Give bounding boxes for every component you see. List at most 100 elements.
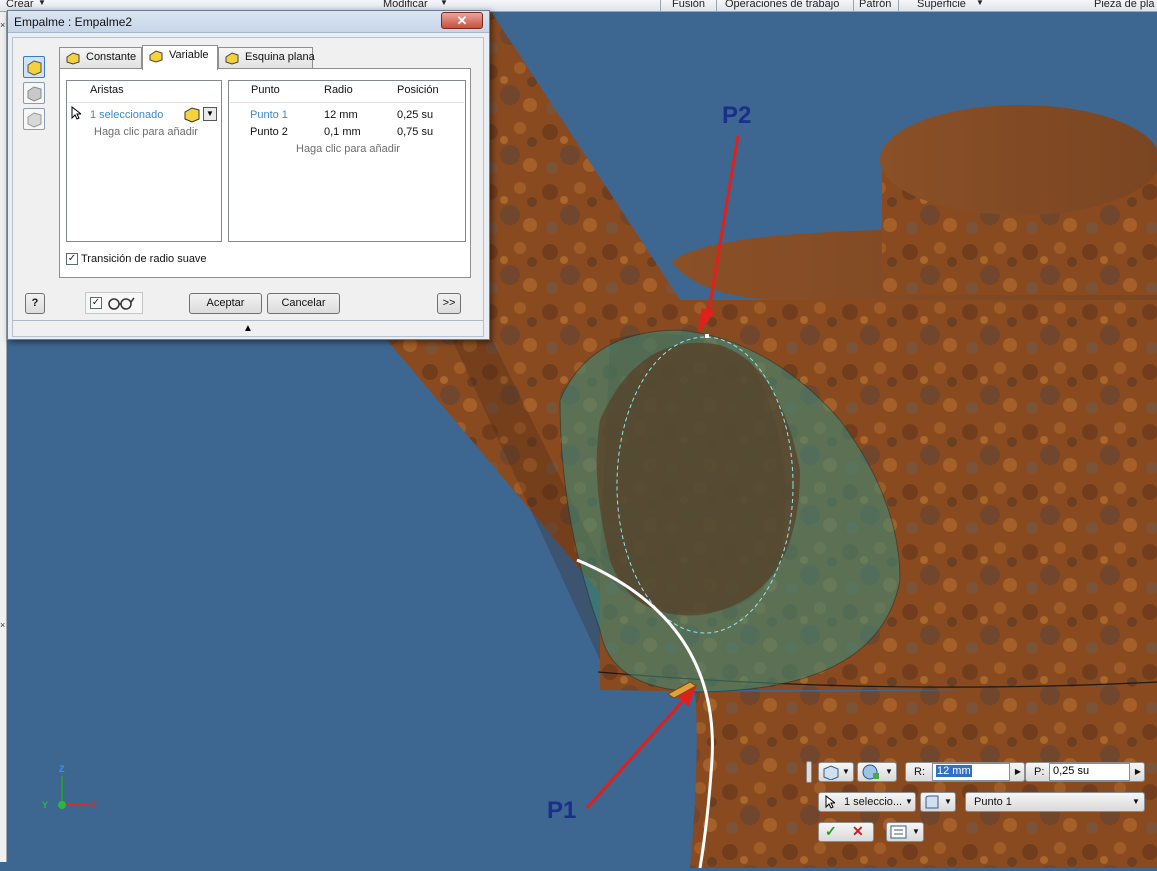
edges-add-hint[interactable]: Haga clic para añadir: [94, 126, 198, 138]
fillet-type-icon: [925, 795, 939, 809]
p1-label: P1: [547, 797, 577, 824]
panel-close-icon[interactable]: ×: [0, 620, 5, 630]
point-value: Punto 1: [974, 796, 1012, 808]
row-position[interactable]: 0,25 su: [397, 109, 433, 121]
more-button[interactable]: >>: [437, 293, 461, 314]
preview-checkbox[interactable]: ✓: [90, 297, 102, 309]
point-dropdown[interactable]: Punto 1 ▼: [965, 792, 1145, 812]
row-point: Punto 2: [250, 126, 288, 138]
apply-check-icon[interactable]: ✓: [825, 823, 837, 840]
points-table[interactable]: Punto Radio Posición Punto 1 12 mm 0,25 …: [228, 80, 466, 242]
ribbon-pieza[interactable]: Pieza de pla: [1094, 0, 1155, 10]
edge-select-icon: [184, 107, 200, 123]
edges-list[interactable]: Aristas 1 seleccionado ▼ Haga clic para …: [66, 80, 222, 242]
panel-close-icon[interactable]: ×: [0, 20, 5, 30]
dialog-body: Constante Variable Esquina plana Aristas…: [12, 37, 484, 337]
smooth-transition-checkbox[interactable]: ✓: [66, 253, 78, 265]
edges-mode-button[interactable]: [23, 56, 45, 78]
edge-mode-dropdown[interactable]: ▼: [818, 762, 854, 782]
variable-tab-panel: Aristas 1 seleccionado ▼ Haga clic para …: [59, 68, 471, 278]
list-options-icon: [890, 825, 907, 839]
radius-input[interactable]: 12 mm: [932, 763, 1010, 781]
preview-toggle[interactable]: ✓: [85, 292, 143, 314]
setback-fillet-icon: [225, 52, 239, 65]
ribbon-patron[interactable]: Patrón: [859, 0, 891, 10]
ribbon-modificar[interactable]: Modificar: [383, 0, 428, 10]
cursor-icon: [825, 795, 835, 809]
row-radius[interactable]: 12 mm: [324, 109, 358, 121]
tab-esquina-plana[interactable]: Esquina plana: [218, 47, 315, 68]
position-input[interactable]: 0,25 su: [1049, 763, 1130, 781]
variable-fillet-icon: [149, 50, 163, 63]
radius-label: R:: [914, 766, 925, 778]
expand-arrow-icon: ▲: [243, 323, 253, 334]
chevron-down-icon: ▼: [944, 797, 952, 806]
help-button[interactable]: ?: [25, 293, 45, 314]
tab-label: Esquina plana: [245, 51, 315, 63]
row-position[interactable]: 0,75 su: [397, 126, 433, 138]
chevron-down-icon: ▼: [912, 827, 920, 836]
chevron-down-icon: ▼: [1132, 797, 1140, 806]
mini-toolbar-grip[interactable]: [806, 761, 812, 783]
smooth-transition-label: Transición de radio suave: [81, 253, 207, 265]
chevron-down-icon: ▼: [842, 767, 850, 776]
header-divider: [230, 102, 464, 103]
points-add-hint[interactable]: Haga clic para añadir: [296, 143, 400, 155]
ribbon-separator: [660, 0, 661, 12]
selection-value: 1 seleccio...: [844, 796, 903, 808]
edges-header: Aristas: [90, 84, 124, 96]
tab-variable[interactable]: Variable: [142, 45, 218, 70]
globe-icon: [862, 764, 879, 780]
cursor-icon: [71, 106, 81, 120]
cancel-x-icon[interactable]: ✕: [852, 823, 864, 840]
options-dropdown[interactable]: ▼: [886, 822, 924, 842]
faces-mode-button[interactable]: [23, 82, 45, 104]
table-row[interactable]: Punto 2 0,1 mm 0,75 su: [230, 123, 464, 139]
axis-x-label: X: [91, 800, 98, 810]
fillet-type-dropdown[interactable]: ▼: [920, 792, 956, 812]
ribbon-crear-arrow: ▼: [38, 0, 46, 7]
full-round-mode-button[interactable]: [23, 108, 45, 130]
glasses-icon: [108, 297, 135, 310]
edge-dropdown[interactable]: ▼: [203, 107, 217, 121]
ok-button[interactable]: Aceptar: [189, 293, 262, 314]
ribbon-separator: [716, 0, 717, 12]
close-button[interactable]: ✕: [441, 12, 483, 29]
box-icon: [823, 765, 839, 780]
position-control: P: 0,25 su ▶: [1025, 762, 1145, 782]
table-row[interactable]: Punto 1 12 mm 0,25 su: [230, 106, 464, 122]
constant-fillet-icon: [66, 52, 80, 65]
position-label: P:: [1034, 766, 1045, 778]
row-radius[interactable]: 0,1 mm: [324, 126, 361, 138]
edges-selected[interactable]: 1 seleccionado: [90, 109, 163, 121]
radius-arrow-icon[interactable]: ▶: [1012, 763, 1024, 781]
ribbon-fusion[interactable]: Fusión: [672, 0, 705, 10]
points-header-radio: Radio: [324, 84, 353, 96]
chevron-down-icon: ▼: [885, 767, 893, 776]
left-panel-strip: × ×: [0, 12, 7, 862]
selection-dropdown[interactable]: 1 seleccio... ▼: [818, 792, 916, 812]
ribbon-modificar-arrow: ▼: [440, 0, 448, 7]
ribbon-superficie[interactable]: Superficie: [917, 0, 966, 10]
cancel-button[interactable]: Cancelar: [267, 293, 340, 314]
radius-control: R: 12 mm ▶: [905, 762, 1025, 782]
expand-bar[interactable]: ▲: [13, 320, 483, 336]
apply-cancel-group: ✓ ✕: [818, 822, 874, 842]
ribbon-crear[interactable]: Crear: [6, 0, 34, 10]
tab-label: Constante: [86, 51, 137, 63]
ribbon-operaciones[interactable]: Operaciones de trabajo: [725, 0, 839, 10]
radius-value: 12 mm: [936, 765, 972, 777]
edge-select-button[interactable]: [183, 106, 201, 123]
position-value: 0,25 su: [1053, 765, 1090, 777]
tab-constante[interactable]: Constante: [59, 47, 142, 68]
axis-triad: Z Y X: [40, 764, 100, 814]
view-mode-dropdown[interactable]: ▼: [857, 762, 897, 782]
header-divider: [68, 102, 220, 103]
dialog-titlebar[interactable]: Empalme : Empalme2 ✕: [8, 11, 489, 33]
axis-y-label: Y: [42, 800, 49, 810]
help-icon: ?: [31, 297, 39, 309]
ribbon-superficie-arrow: ▼: [976, 0, 984, 7]
fillet-full-round-icon: [27, 112, 42, 128]
position-arrow-icon[interactable]: ▶: [1132, 763, 1144, 781]
points-header-posicion: Posición: [397, 84, 439, 96]
